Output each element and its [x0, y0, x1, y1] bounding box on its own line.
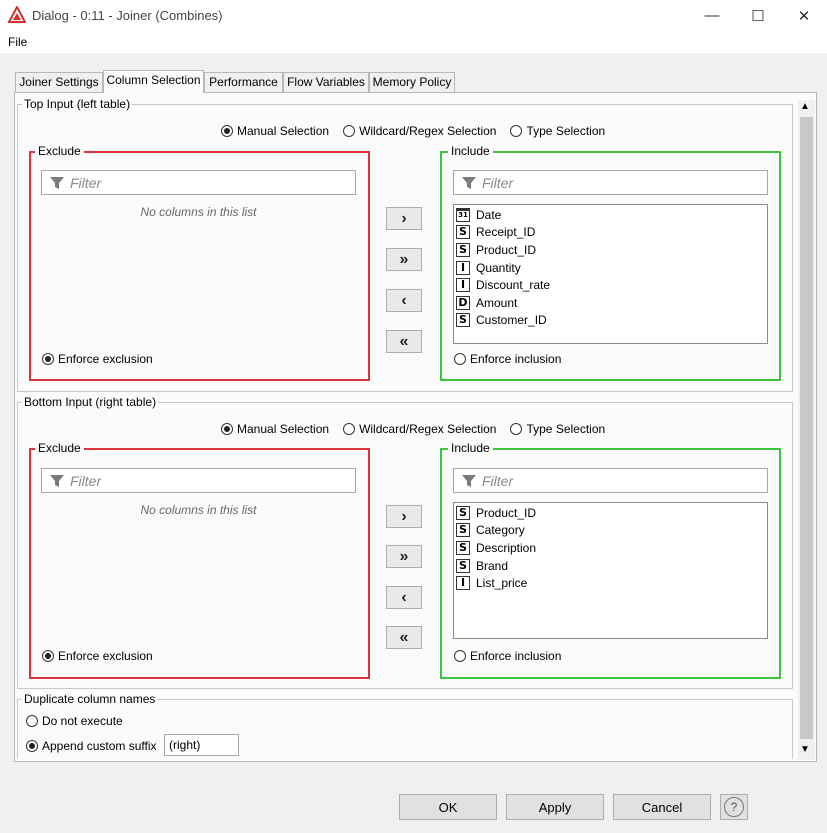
list-item[interactable]: S Receipt_ID [454, 224, 767, 242]
bottom-include-filter-input[interactable]: Filter [453, 468, 768, 493]
filter-placeholder: Filter [482, 472, 514, 489]
list-item[interactable]: S Customer_ID [454, 312, 767, 330]
tab-column-selection[interactable]: Column Selection [103, 70, 204, 93]
filter-placeholder: Filter [70, 472, 102, 489]
bottom-remove-all-button[interactable]: « [386, 626, 422, 649]
list-item[interactable]: D Amount [454, 294, 767, 312]
bottom-add-button[interactable]: › [386, 505, 422, 528]
top-mode-manual[interactable]: Manual Selection [221, 124, 329, 138]
tab-memory-policy[interactable]: Memory Policy [369, 72, 455, 92]
bottom-include-list[interactable]: S Product_ID S Category S Description S Bran… [453, 502, 768, 639]
do-not-execute-radio[interactable]: Do not execute [26, 714, 123, 728]
close-button[interactable]: ✕ [781, 0, 827, 31]
menu-bar [0, 31, 827, 53]
integer-type-icon: I [456, 260, 470, 275]
suffix-input[interactable]: (right) [164, 734, 239, 756]
top-enforce-inclusion-radio[interactable]: Enforce inclusion [454, 352, 561, 366]
filter-icon [462, 176, 476, 189]
filter-placeholder: Filter [482, 174, 514, 191]
double-type-icon: D [456, 295, 470, 310]
string-type-icon: S [456, 540, 470, 555]
list-item[interactable]: S Description [454, 539, 767, 557]
top-include-title: Include [448, 144, 493, 158]
duplicates-title: Duplicate column names [22, 692, 158, 706]
minimize-button[interactable]: — [689, 0, 735, 31]
help-button[interactable]: ? [720, 794, 748, 820]
list-item[interactable]: S Brand [454, 557, 767, 575]
top-include-filter-input[interactable]: Filter [453, 170, 768, 195]
top-input-title: Top Input (left table) [22, 97, 133, 111]
bottom-mode-radios: Manual Selection Wildcard/Regex Selectio… [221, 422, 605, 436]
top-mode-type[interactable]: Type Selection [510, 124, 605, 138]
filter-icon [50, 474, 64, 487]
string-type-icon: S [456, 505, 470, 520]
top-mode-wildcard[interactable]: Wildcard/Regex Selection [343, 124, 496, 138]
string-type-icon: S [456, 523, 470, 538]
integer-type-icon: I [456, 576, 470, 591]
help-icon: ? [724, 797, 744, 817]
string-type-icon: S [456, 313, 470, 328]
integer-type-icon: I [456, 278, 470, 293]
top-exclude-empty-message: No columns in this list [140, 205, 257, 219]
top-remove-button[interactable]: ‹ [386, 289, 422, 312]
list-item[interactable]: I Discount_rate [454, 276, 767, 294]
filter-placeholder: Filter [70, 174, 102, 191]
scrollbar-thumb[interactable] [800, 117, 813, 739]
string-type-icon: S [456, 225, 470, 240]
bottom-mode-type[interactable]: Type Selection [510, 422, 605, 436]
filter-icon [462, 474, 476, 487]
top-add-all-button[interactable]: » [386, 248, 422, 271]
window-title: Dialog - 0:11 - Joiner (Combines) [32, 8, 223, 23]
apply-button[interactable]: Apply [506, 794, 604, 820]
cancel-button[interactable]: Cancel [613, 794, 711, 820]
tab-performance[interactable]: Performance [204, 72, 283, 92]
scroll-down-icon[interactable]: ▼ [800, 744, 810, 755]
bottom-exclude-title: Exclude [35, 441, 84, 455]
list-item[interactable]: 31 Date [454, 206, 767, 224]
list-item[interactable]: S Product_ID [454, 241, 767, 259]
top-exclude-filter-input[interactable]: Filter [41, 170, 356, 195]
list-item[interactable]: I List_price [454, 574, 767, 592]
append-suffix-radio[interactable]: Append custom suffix [26, 739, 157, 753]
string-type-icon: S [456, 558, 470, 573]
list-item[interactable]: I Quantity [454, 259, 767, 277]
bottom-enforce-exclusion-radio[interactable]: Enforce exclusion [42, 649, 153, 663]
bottom-add-all-button[interactable]: » [386, 545, 422, 568]
bottom-input-title: Bottom Input (right table) [22, 395, 159, 409]
menu-file[interactable]: File [8, 35, 27, 49]
bottom-exclude-filter-input[interactable]: Filter [41, 468, 356, 493]
top-mode-radios: Manual Selection Wildcard/Regex Selectio… [221, 124, 605, 138]
tab-joiner-settings[interactable]: Joiner Settings [15, 72, 103, 92]
top-add-button[interactable]: › [386, 207, 422, 230]
filter-icon [50, 176, 64, 189]
bottom-mode-wildcard[interactable]: Wildcard/Regex Selection [343, 422, 496, 436]
list-item[interactable]: S Category [454, 522, 767, 540]
bottom-enforce-inclusion-radio[interactable]: Enforce inclusion [454, 649, 561, 663]
bottom-exclude-empty-message: No columns in this list [140, 503, 257, 517]
top-remove-all-button[interactable]: « [386, 330, 422, 353]
tab-flow-variables[interactable]: Flow Variables [283, 72, 369, 92]
top-enforce-exclusion-radio[interactable]: Enforce exclusion [42, 352, 153, 366]
string-type-icon: S [456, 242, 470, 257]
list-item[interactable]: S Product_ID [454, 504, 767, 522]
top-include-list[interactable]: 31 Date S Receipt_ID S Product_ID I Quantity… [453, 204, 768, 344]
scroll-up-icon[interactable]: ▲ [800, 101, 810, 112]
bottom-mode-manual[interactable]: Manual Selection [221, 422, 329, 436]
bottom-include-title: Include [448, 441, 493, 455]
ok-button[interactable]: OK [399, 794, 497, 820]
knime-app-icon [8, 6, 26, 23]
top-exclude-title: Exclude [35, 144, 84, 158]
maximize-button[interactable]: ☐ [735, 0, 781, 31]
bottom-remove-button[interactable]: ‹ [386, 586, 422, 609]
calendar-icon: 31 [456, 207, 470, 222]
